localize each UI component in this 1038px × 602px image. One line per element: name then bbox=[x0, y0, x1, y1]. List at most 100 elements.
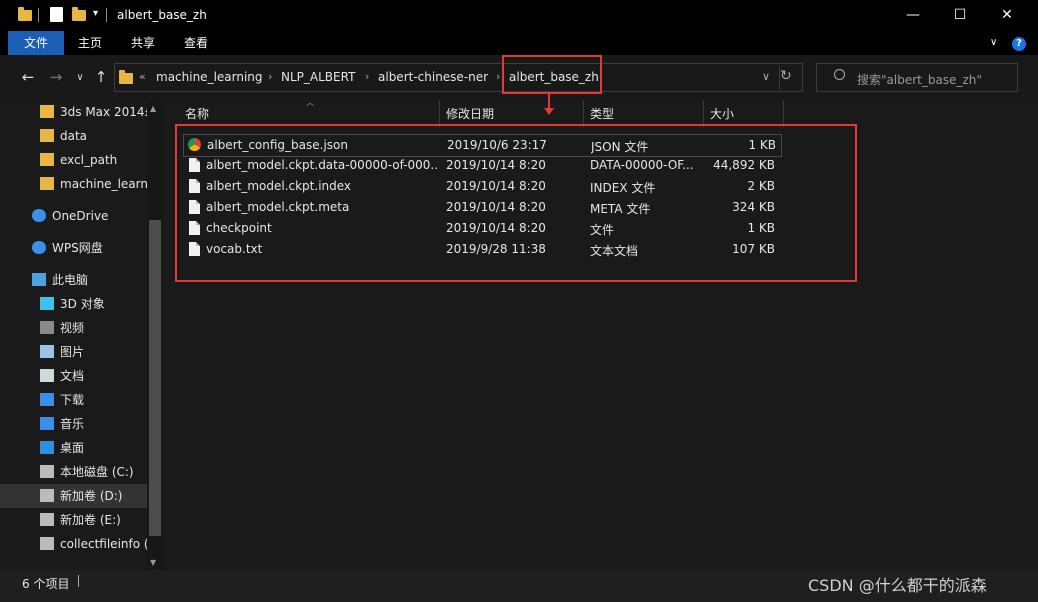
download-icon bbox=[40, 393, 54, 406]
chevron-down-icon[interactable]: ∨ bbox=[762, 70, 770, 83]
sidebar-item-label: WPS网盘 bbox=[52, 241, 103, 255]
column-size[interactable]: 大小 bbox=[710, 105, 734, 122]
desktop-icon bbox=[40, 441, 54, 454]
folder-icon bbox=[40, 153, 54, 166]
document-icon bbox=[40, 369, 54, 382]
overflow-icon[interactable]: « bbox=[139, 70, 146, 83]
sidebar-item[interactable]: 此电脑 bbox=[0, 268, 147, 292]
chevron-down-icon[interactable]: ▾ bbox=[93, 8, 98, 19]
window-title: albert_base_zh bbox=[117, 8, 207, 22]
sidebar-item-label: 音乐 bbox=[60, 417, 85, 431]
column-date[interactable]: 修改日期 bbox=[446, 105, 494, 122]
sidebar-item[interactable]: 文档 bbox=[0, 364, 147, 388]
folder-icon bbox=[40, 105, 54, 118]
column-divider[interactable] bbox=[583, 100, 584, 127]
help-icon[interactable]: ? bbox=[1012, 37, 1026, 51]
sidebar-item-label: 下载 bbox=[60, 393, 85, 407]
sidebar-item-label: 文档 bbox=[60, 369, 85, 383]
divider bbox=[38, 8, 39, 22]
minimize-button[interactable]: — bbox=[890, 0, 936, 31]
scroll-down-icon[interactable]: ▼ bbox=[150, 558, 156, 567]
sidebar-item[interactable]: 3D 对象 bbox=[0, 292, 147, 316]
sidebar-item[interactable]: collectfileinfo ( bbox=[0, 532, 147, 556]
tab-share[interactable]: 共享 bbox=[118, 31, 168, 55]
chevron-right-icon[interactable]: › bbox=[365, 70, 369, 83]
close-button[interactable]: ✕ bbox=[984, 0, 1030, 31]
sidebar-item[interactable]: 新加卷 (E:) bbox=[0, 508, 147, 532]
sidebar-item-label: data bbox=[60, 129, 88, 143]
sidebar-item[interactable]: 视频 bbox=[0, 316, 147, 340]
scrollbar-thumb[interactable] bbox=[149, 220, 161, 536]
expand-ribbon-icon[interactable]: ∨ bbox=[990, 37, 997, 48]
sidebar-item-label: 桌面 bbox=[60, 441, 85, 455]
sidebar-item[interactable]: 新加卷 (D:) bbox=[0, 484, 147, 508]
sidebar-item[interactable]: 下载 bbox=[0, 388, 147, 412]
video-icon bbox=[40, 321, 54, 334]
folder-icon bbox=[119, 70, 133, 84]
music-icon bbox=[40, 417, 54, 430]
sidebar-item[interactable]: 图片 bbox=[0, 340, 147, 364]
item-count: 6 个项目 bbox=[22, 577, 70, 591]
sidebar-item[interactable]: 桌面 bbox=[0, 436, 147, 460]
scroll-up-icon[interactable]: ▲ bbox=[150, 104, 156, 113]
maximize-button[interactable]: ☐ bbox=[937, 0, 983, 31]
up-icon[interactable]: ↑ bbox=[91, 68, 111, 86]
sidebar-item-label: excl_path bbox=[60, 153, 118, 167]
properties-icon[interactable] bbox=[50, 7, 63, 22]
highlight-box bbox=[502, 55, 602, 94]
folder-icon bbox=[18, 7, 32, 21]
search-input[interactable]: 搜索"albert_base_zh" bbox=[857, 71, 982, 88]
breadcrumb-nlp-albert[interactable]: NLP_ALBERT bbox=[281, 70, 355, 84]
sidebar-item-label: OneDrive bbox=[52, 209, 109, 223]
sidebar-item-label: collectfileinfo ( bbox=[60, 537, 147, 551]
picture-icon bbox=[40, 345, 54, 358]
back-icon[interactable]: ← bbox=[18, 68, 38, 86]
chevron-right-icon[interactable]: › bbox=[268, 70, 272, 83]
tab-view[interactable]: 查看 bbox=[172, 31, 220, 55]
sidebar-item[interactable]: OneDrive bbox=[0, 204, 147, 228]
drive-icon bbox=[40, 489, 54, 502]
column-divider[interactable] bbox=[439, 100, 440, 127]
watermark: CSDN @什么都干的派森 bbox=[808, 576, 987, 595]
sidebar-item[interactable]: data bbox=[0, 124, 147, 148]
drive-icon bbox=[40, 513, 54, 526]
drive-icon bbox=[40, 537, 54, 550]
sidebar-item[interactable]: WPS网盘 bbox=[0, 236, 147, 260]
column-name[interactable]: 名称 bbox=[185, 105, 209, 122]
chevron-right-icon[interactable]: › bbox=[496, 70, 500, 83]
sidebar-item-label: 图片 bbox=[60, 345, 85, 359]
cloud-icon bbox=[32, 209, 46, 222]
column-type[interactable]: 类型 bbox=[590, 105, 614, 122]
column-divider[interactable] bbox=[703, 100, 704, 127]
tab-home[interactable]: 主页 bbox=[66, 31, 114, 55]
folder-icon bbox=[40, 129, 54, 142]
breadcrumb-machine-learning[interactable]: machine_learning bbox=[156, 70, 263, 84]
cube-icon bbox=[40, 297, 54, 310]
refresh-icon[interactable]: ↻ bbox=[780, 68, 792, 84]
sidebar-item-label: 新加卷 (D:) bbox=[60, 489, 123, 503]
sidebar-item-label: 此电脑 bbox=[52, 273, 89, 287]
recent-locations-icon[interactable]: ∨ bbox=[70, 72, 90, 83]
divider bbox=[106, 8, 107, 22]
cloud-icon bbox=[32, 241, 46, 254]
sidebar-item-label: 视频 bbox=[60, 321, 85, 335]
sidebar-item-label: 本地磁盘 (C:) bbox=[60, 465, 134, 479]
tab-file[interactable]: 文件 bbox=[8, 31, 64, 55]
folder-icon bbox=[40, 177, 54, 190]
sidebar-item[interactable]: 本地磁盘 (C:) bbox=[0, 460, 147, 484]
new-folder-icon[interactable] bbox=[72, 7, 86, 21]
drive-icon bbox=[40, 465, 54, 478]
computer-icon bbox=[32, 273, 46, 286]
forward-icon[interactable]: → bbox=[46, 68, 66, 86]
sidebar-item[interactable]: machine_learni bbox=[0, 172, 147, 196]
divider bbox=[78, 575, 79, 587]
breadcrumb-albert-chinese-ner[interactable]: albert-chinese-ner bbox=[378, 70, 488, 84]
sort-ascending-icon: ︿ bbox=[306, 98, 314, 107]
arrow-line bbox=[548, 94, 550, 109]
column-divider[interactable] bbox=[783, 100, 784, 127]
sidebar-item-label: 3ds Max 2014£ bbox=[60, 105, 147, 119]
sidebar-item[interactable]: 音乐 bbox=[0, 412, 147, 436]
highlight-box bbox=[175, 124, 857, 282]
sidebar-item[interactable]: 3ds Max 2014£ bbox=[0, 100, 147, 124]
sidebar-item[interactable]: excl_path bbox=[0, 148, 147, 172]
